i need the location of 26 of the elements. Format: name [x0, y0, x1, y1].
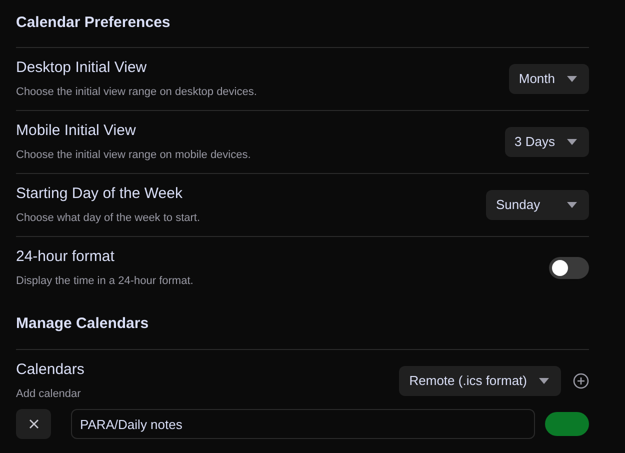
setting-name: Starting Day of the Week [16, 184, 184, 204]
dropdown[interactable]: Remote (.ics format) [399, 366, 561, 396]
section-heading: Calendar Preferences [16, 13, 172, 33]
setting-description: Display the time in a 24-hour format. [16, 274, 194, 288]
setting-description: Choose the initial view range on mobile devices. [16, 148, 251, 162]
add-icon[interactable] [573, 372, 589, 388]
setting-name: Calendars [16, 360, 84, 380]
setting-description: Choose what day of the week to start. [16, 210, 200, 226]
setting-description: Add calendar [16, 386, 82, 402]
caret-icon [539, 378, 549, 384]
setting-name: Mobile Initial View [16, 121, 137, 141]
caret-icon [567, 76, 577, 82]
close-icon [28, 419, 38, 429]
caret-icon [567, 138, 577, 144]
section-heading: Manage Calendars [16, 314, 150, 334]
color-swatch[interactable] [545, 412, 589, 436]
dropdown[interactable]: Month [508, 64, 589, 94]
path-input[interactable]: PARA/Daily notes [71, 409, 535, 439]
remove-button[interactable] [16, 409, 51, 439]
toggle-switch[interactable] [549, 256, 589, 278]
dropdown[interactable]: 3 Days [504, 126, 589, 156]
setting-name: 24-hour format [16, 247, 116, 267]
caret-icon [567, 202, 577, 208]
dropdown[interactable]: Sunday [486, 190, 589, 220]
setting-name: Desktop Initial View [16, 58, 148, 78]
setting-description: Choose the initial view range on desktop devices. [16, 84, 257, 100]
